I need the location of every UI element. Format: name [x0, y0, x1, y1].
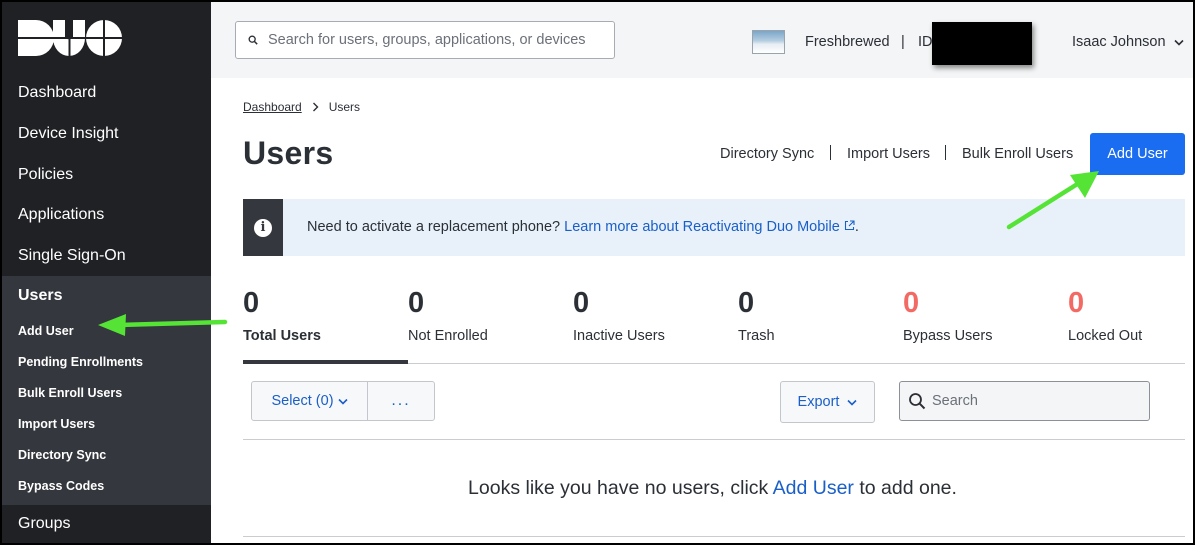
- empty-state-message: Looks like you have no users, click Add …: [2, 477, 1193, 500]
- external-link-icon: [844, 220, 855, 231]
- info-banner-text: Need to activate a replacement phone? Le…: [307, 219, 859, 235]
- search-icon: [909, 393, 926, 410]
- bulk-enroll-users-link[interactable]: Bulk Enroll Users: [962, 146, 1073, 162]
- user-menu[interactable]: Isaac Johnson: [1072, 34, 1184, 50]
- sidebar-item-users[interactable]: Users: [18, 287, 62, 305]
- sidebar-subitem-pending-enrollments[interactable]: Pending Enrollments: [18, 355, 143, 369]
- add-user-button[interactable]: Add User: [1090, 133, 1185, 175]
- stats-active-indicator: [243, 360, 408, 364]
- breadcrumb: Dashboard Users: [243, 100, 360, 114]
- sidebar: Dashboard Device Insight Policies Applic…: [2, 2, 211, 543]
- export-label: Export: [797, 394, 840, 410]
- search-icon: [248, 35, 258, 45]
- user-search[interactable]: [899, 381, 1150, 421]
- reactivating-duo-mobile-link[interactable]: Learn more about Reactivating Duo Mobile: [564, 219, 855, 235]
- stat-label: Trash: [738, 328, 775, 344]
- stat-label: Bypass Users: [903, 328, 993, 344]
- sidebar-item-dashboard[interactable]: Dashboard: [2, 73, 211, 113]
- stat-value: 0: [1068, 287, 1085, 319]
- global-search-input[interactable]: [268, 32, 598, 48]
- sidebar-item-applications[interactable]: Applications: [2, 195, 211, 235]
- chevron-right-icon: [312, 102, 319, 112]
- more-actions-button[interactable]: ...: [368, 382, 434, 420]
- sidebar-item-single-sign-on[interactable]: Single Sign-On: [2, 236, 211, 276]
- info-banner-icon-area: i: [243, 199, 283, 256]
- stat-label: Not Enrolled: [408, 328, 488, 344]
- select-dropdown-button[interactable]: Select (0): [252, 382, 368, 420]
- import-users-link[interactable]: Import Users: [847, 146, 930, 162]
- stat-locked-out[interactable]: 0 Locked Out: [1068, 286, 1142, 344]
- breadcrumb-current: Users: [328, 100, 361, 114]
- info-banner-suffix: .: [854, 219, 859, 235]
- page-title: Users: [243, 135, 334, 171]
- sidebar-subitem-add-user[interactable]: Add User: [18, 324, 74, 338]
- reactivating-duo-mobile-link-text: Learn more about Reactivating Duo Mobile: [564, 219, 840, 235]
- directory-sync-link[interactable]: Directory Sync: [720, 146, 814, 162]
- table-divider: [243, 439, 1185, 440]
- bulk-action-group: Select (0) ...: [251, 381, 435, 421]
- stat-label: Inactive Users: [573, 328, 665, 344]
- stat-bypass-users[interactable]: 0 Bypass Users: [903, 286, 992, 344]
- account-thumbnail: [752, 30, 785, 54]
- stat-inactive-users[interactable]: 0 Inactive Users: [573, 286, 665, 344]
- account-separator: |: [901, 34, 905, 50]
- stat-trash[interactable]: 0 Trash: [738, 286, 775, 344]
- select-label: Select (0): [271, 393, 334, 409]
- stat-value: 0: [738, 287, 755, 319]
- account-id: ID: [918, 34, 933, 50]
- stat-total-users[interactable]: 0 Total Users: [243, 286, 321, 344]
- page-frame: Dashboard Device Insight Policies Applic…: [0, 0, 1195, 545]
- top-bar: Freshbrewed | ID Isaac Johnson: [211, 2, 1193, 78]
- info-banner-message: Need to activate a replacement phone?: [307, 219, 561, 235]
- global-search[interactable]: [235, 21, 615, 59]
- breadcrumb-dashboard[interactable]: Dashboard: [243, 100, 302, 114]
- stat-value: 0: [573, 287, 590, 319]
- chevron-down-icon: [337, 398, 348, 405]
- empty-state-text: Looks like you have no users, click: [468, 477, 769, 499]
- stat-label: Locked Out: [1068, 328, 1143, 344]
- stat-value: 0: [903, 287, 920, 319]
- sidebar-item-groups[interactable]: Groups: [2, 504, 211, 543]
- user-name: Isaac Johnson: [1072, 34, 1166, 50]
- chevron-down-icon: [847, 399, 858, 406]
- sidebar-users-section: Users Add User Pending Enrollments Bulk …: [2, 276, 211, 505]
- stat-value: 0: [243, 287, 260, 319]
- divider: [830, 145, 831, 160]
- user-search-input[interactable]: [932, 393, 1142, 409]
- divider: [945, 145, 946, 160]
- info-banner: i Need to activate a replacement phone? …: [243, 199, 1185, 256]
- redaction-box: [932, 22, 1032, 65]
- stat-label: Total Users: [243, 328, 321, 344]
- chevron-down-icon: [1173, 39, 1184, 46]
- account-name: Freshbrewed: [805, 34, 890, 50]
- sidebar-item-policies[interactable]: Policies: [2, 155, 211, 195]
- table-divider: [243, 536, 1185, 537]
- sidebar-subitem-bulk-enroll-users[interactable]: Bulk Enroll Users: [18, 386, 122, 400]
- empty-state-add-user-link[interactable]: Add User: [773, 477, 854, 499]
- stat-not-enrolled[interactable]: 0 Not Enrolled: [408, 286, 488, 344]
- sidebar-subitem-directory-sync[interactable]: Directory Sync: [18, 448, 106, 462]
- stat-value: 0: [408, 287, 425, 319]
- sidebar-subitem-import-users[interactable]: Import Users: [18, 417, 95, 431]
- empty-state-text-end: to add one.: [859, 477, 957, 499]
- export-button[interactable]: Export: [780, 381, 875, 423]
- duo-logo[interactable]: [18, 20, 122, 56]
- sidebar-item-device-insight[interactable]: Device Insight: [2, 114, 211, 154]
- info-icon: i: [254, 218, 272, 237]
